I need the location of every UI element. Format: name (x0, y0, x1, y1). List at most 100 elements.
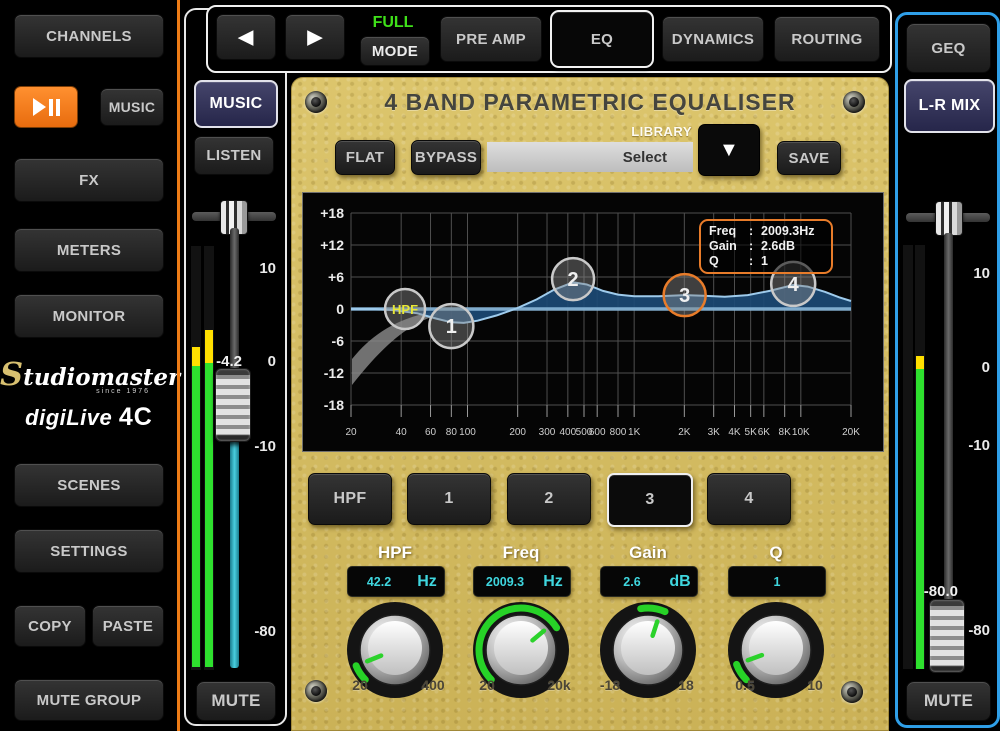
svg-text:40: 40 (396, 427, 408, 438)
band-button-hpf[interactable]: HPF (308, 473, 392, 525)
mute-button[interactable]: MUTE (906, 681, 991, 721)
fader-value: -80.0 (910, 583, 958, 600)
pause-bar-icon (56, 99, 60, 116)
library-select[interactable]: Select (487, 142, 693, 172)
studiomaster-logo: Studiomaster (0, 362, 178, 390)
fader-scale-0: 0 (956, 360, 990, 376)
q-knob-label: Q (716, 543, 836, 563)
svg-text:2K: 2K (678, 427, 691, 438)
full-mode-label: FULL (356, 14, 430, 32)
tab-dynamics[interactable]: DYNAMICS (662, 16, 764, 62)
svg-text:+18: +18 (320, 205, 344, 221)
svg-text:200: 200 (509, 427, 526, 438)
eq-band-marker-HPF[interactable]: HPF (385, 289, 425, 329)
svg-text:60: 60 (425, 427, 437, 438)
fader-knob[interactable] (215, 368, 251, 442)
svg-text:1: 1 (446, 316, 457, 338)
band-button-3[interactable]: 3 (607, 473, 693, 527)
mixer-app: CHANNELS MUSIC FX METERS MONITOR Studiom… (0, 0, 1000, 731)
fader-scale-neg10: -10 (956, 438, 990, 454)
tab-routing[interactable]: ROUTING (774, 16, 880, 62)
svg-text:6K: 6K (758, 427, 771, 438)
svg-text:0: 0 (336, 301, 344, 317)
sidebar-item-music[interactable]: MUSIC (100, 88, 164, 126)
eq-graph[interactable]: +18+12+60-6-12-1820406080100200300400500… (302, 192, 884, 452)
knob-value-arc (641, 608, 665, 612)
library-dropdown-button[interactable]: ▼ (698, 124, 760, 176)
svg-text:4: 4 (788, 274, 800, 296)
gain-knob-label: Gain (588, 543, 708, 563)
freq-value-display: 2009.3Hz (473, 566, 571, 597)
lr-mix-button[interactable]: L-R MIX (904, 79, 995, 133)
svg-text:3K: 3K (708, 427, 721, 438)
fader-track-upper[interactable] (944, 233, 953, 601)
pause-bar-icon (49, 99, 53, 116)
eq-band-marker-3[interactable]: 3 (664, 274, 706, 316)
left-arrow-icon: ◀ (239, 26, 254, 49)
dropdown-arrow-icon: ▼ (719, 139, 739, 162)
sidebar-item-settings[interactable]: SETTINGS (14, 529, 164, 573)
tab-eq[interactable]: EQ (550, 10, 654, 68)
band-button-2[interactable]: 2 (507, 473, 591, 525)
right-arrow-icon: ▶ (308, 26, 323, 49)
parametric-eq-panel: 4 BAND PARAMETRIC EQUALISER LIBRARY FLAT… (291, 77, 889, 731)
hpf-min-label: 20 (335, 677, 385, 693)
fader-scale-neg80: -80 (956, 623, 990, 639)
eq-info-box: Freq:2009.3Hz Gain:2.6dB Q:1 (699, 219, 833, 274)
play-pause-button[interactable] (14, 86, 78, 128)
hpf-value-display: 42.2Hz (347, 566, 445, 597)
mute-group-button[interactable]: MUTE GROUP (14, 679, 164, 721)
fader-scale-10: 10 (242, 261, 276, 277)
level-meter-right (204, 246, 214, 670)
meter-level-segment (205, 363, 213, 667)
sidebar-item-fx[interactable]: FX (14, 158, 164, 202)
bypass-button[interactable]: BYPASS (411, 140, 481, 175)
q-max-label: 10 (790, 677, 840, 693)
band-button-1[interactable]: 1 (407, 473, 491, 525)
prev-channel-button[interactable]: ◀ (216, 14, 276, 60)
next-channel-button[interactable]: ▶ (285, 14, 345, 60)
digilive-logo: digiLive 4C (0, 403, 178, 432)
save-button[interactable]: SAVE (777, 141, 841, 175)
copy-button[interactable]: COPY (14, 605, 86, 647)
sidebar-item-meters[interactable]: METERS (14, 228, 164, 272)
svg-text:1K: 1K (628, 427, 641, 438)
level-meter-right (915, 245, 925, 669)
tab-preamp[interactable]: PRE AMP (440, 16, 542, 62)
eq-band-marker-2[interactable]: 2 (552, 258, 594, 300)
svg-text:8K: 8K (779, 427, 792, 438)
q-value-display: 1 (728, 566, 826, 597)
svg-text:800: 800 (610, 427, 627, 438)
svg-text:3: 3 (679, 285, 690, 307)
sidebar-item-monitor[interactable]: MONITOR (14, 294, 164, 338)
play-icon (33, 98, 46, 116)
right-channel-strip: GEQ L-R MIX -80.0 10 0 -10 -80 MUTE (895, 12, 1000, 728)
svg-text:400: 400 (559, 427, 576, 438)
geq-button[interactable]: GEQ (906, 23, 991, 73)
fader-scale-10: 10 (956, 266, 990, 282)
hpf-max-label: 400 (408, 677, 458, 693)
svg-text:-6: -6 (332, 333, 345, 349)
meter-peak-segment (916, 356, 924, 369)
sidebar-item-channels[interactable]: CHANNELS (14, 14, 164, 58)
channel-source-button[interactable]: MUSIC (194, 80, 278, 128)
toolbar: ◀ ▶ FULL MODE PRE AMP EQ DYNAMICS ROUTIN… (206, 5, 892, 73)
brand-logo: Studiomaster since 1976 digiLive 4C (0, 362, 178, 432)
flat-button[interactable]: FLAT (335, 140, 395, 175)
level-meter-left (191, 246, 201, 670)
mute-button[interactable]: MUTE (196, 681, 276, 721)
sidebar-item-scenes[interactable]: SCENES (14, 463, 164, 507)
svg-text:-18: -18 (324, 397, 344, 413)
left-channel-strip: MUSIC LISTEN -4.2 10 0 -10 -80 MUTE (184, 8, 287, 726)
fader-track-lower[interactable] (230, 440, 239, 668)
mode-button[interactable]: MODE (360, 36, 430, 66)
paste-button[interactable]: PASTE (92, 605, 164, 647)
pan-slider-knob[interactable] (935, 201, 963, 236)
band-button-4[interactable]: 4 (707, 473, 791, 525)
listen-button[interactable]: LISTEN (194, 136, 274, 175)
gain-min-label: -18 (585, 677, 635, 693)
eq-band-marker-1[interactable]: 1 (429, 304, 473, 348)
svg-text:5K: 5K (745, 427, 758, 438)
fader-scale-neg80: -80 (242, 624, 276, 640)
sidebar-divider (177, 0, 180, 731)
